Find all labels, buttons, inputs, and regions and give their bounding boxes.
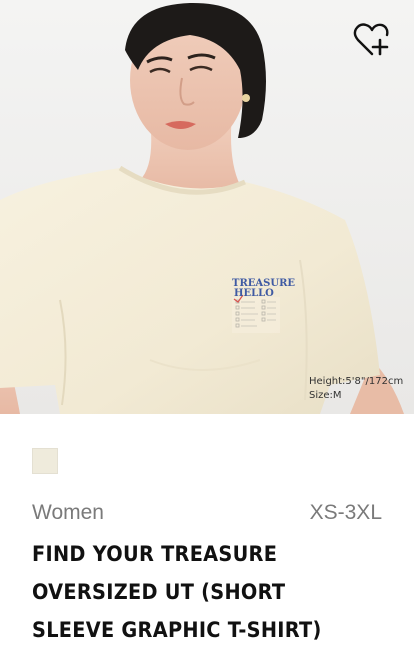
model-size: Size:M xyxy=(309,390,342,401)
product-name[interactable]: FIND YOUR TREASURE OVERSIZED UT (SHORT S… xyxy=(32,535,363,649)
product-meta: Women XS-3XL xyxy=(32,501,382,529)
model-height: Height:5'8"/172cm xyxy=(309,376,404,387)
product-name-line: FIND YOUR TREASURE xyxy=(32,542,278,566)
product-name-line: OVERSIZED UT (SHORT xyxy=(32,580,286,604)
product-image[interactable]: TREASURE HELLO Height:5'8"/172cm Size:M xyxy=(0,0,414,414)
product-card[interactable]: TREASURE HELLO Height:5'8"/172cm Size:M … xyxy=(0,0,414,647)
color-swatch[interactable] xyxy=(32,448,58,474)
model-info: Height:5'8"/172cm Size:M xyxy=(309,375,403,403)
wishlist-button[interactable] xyxy=(350,18,394,62)
product-gender: Women xyxy=(32,501,104,524)
heart-plus-icon xyxy=(353,23,389,56)
print-line-2: HELLO xyxy=(234,288,274,299)
product-name-line: SLEEVE GRAPHIC T-SHIRT) xyxy=(32,618,322,642)
product-photo: TREASURE HELLO xyxy=(0,0,414,414)
product-size-range: XS-3XL xyxy=(309,501,382,524)
